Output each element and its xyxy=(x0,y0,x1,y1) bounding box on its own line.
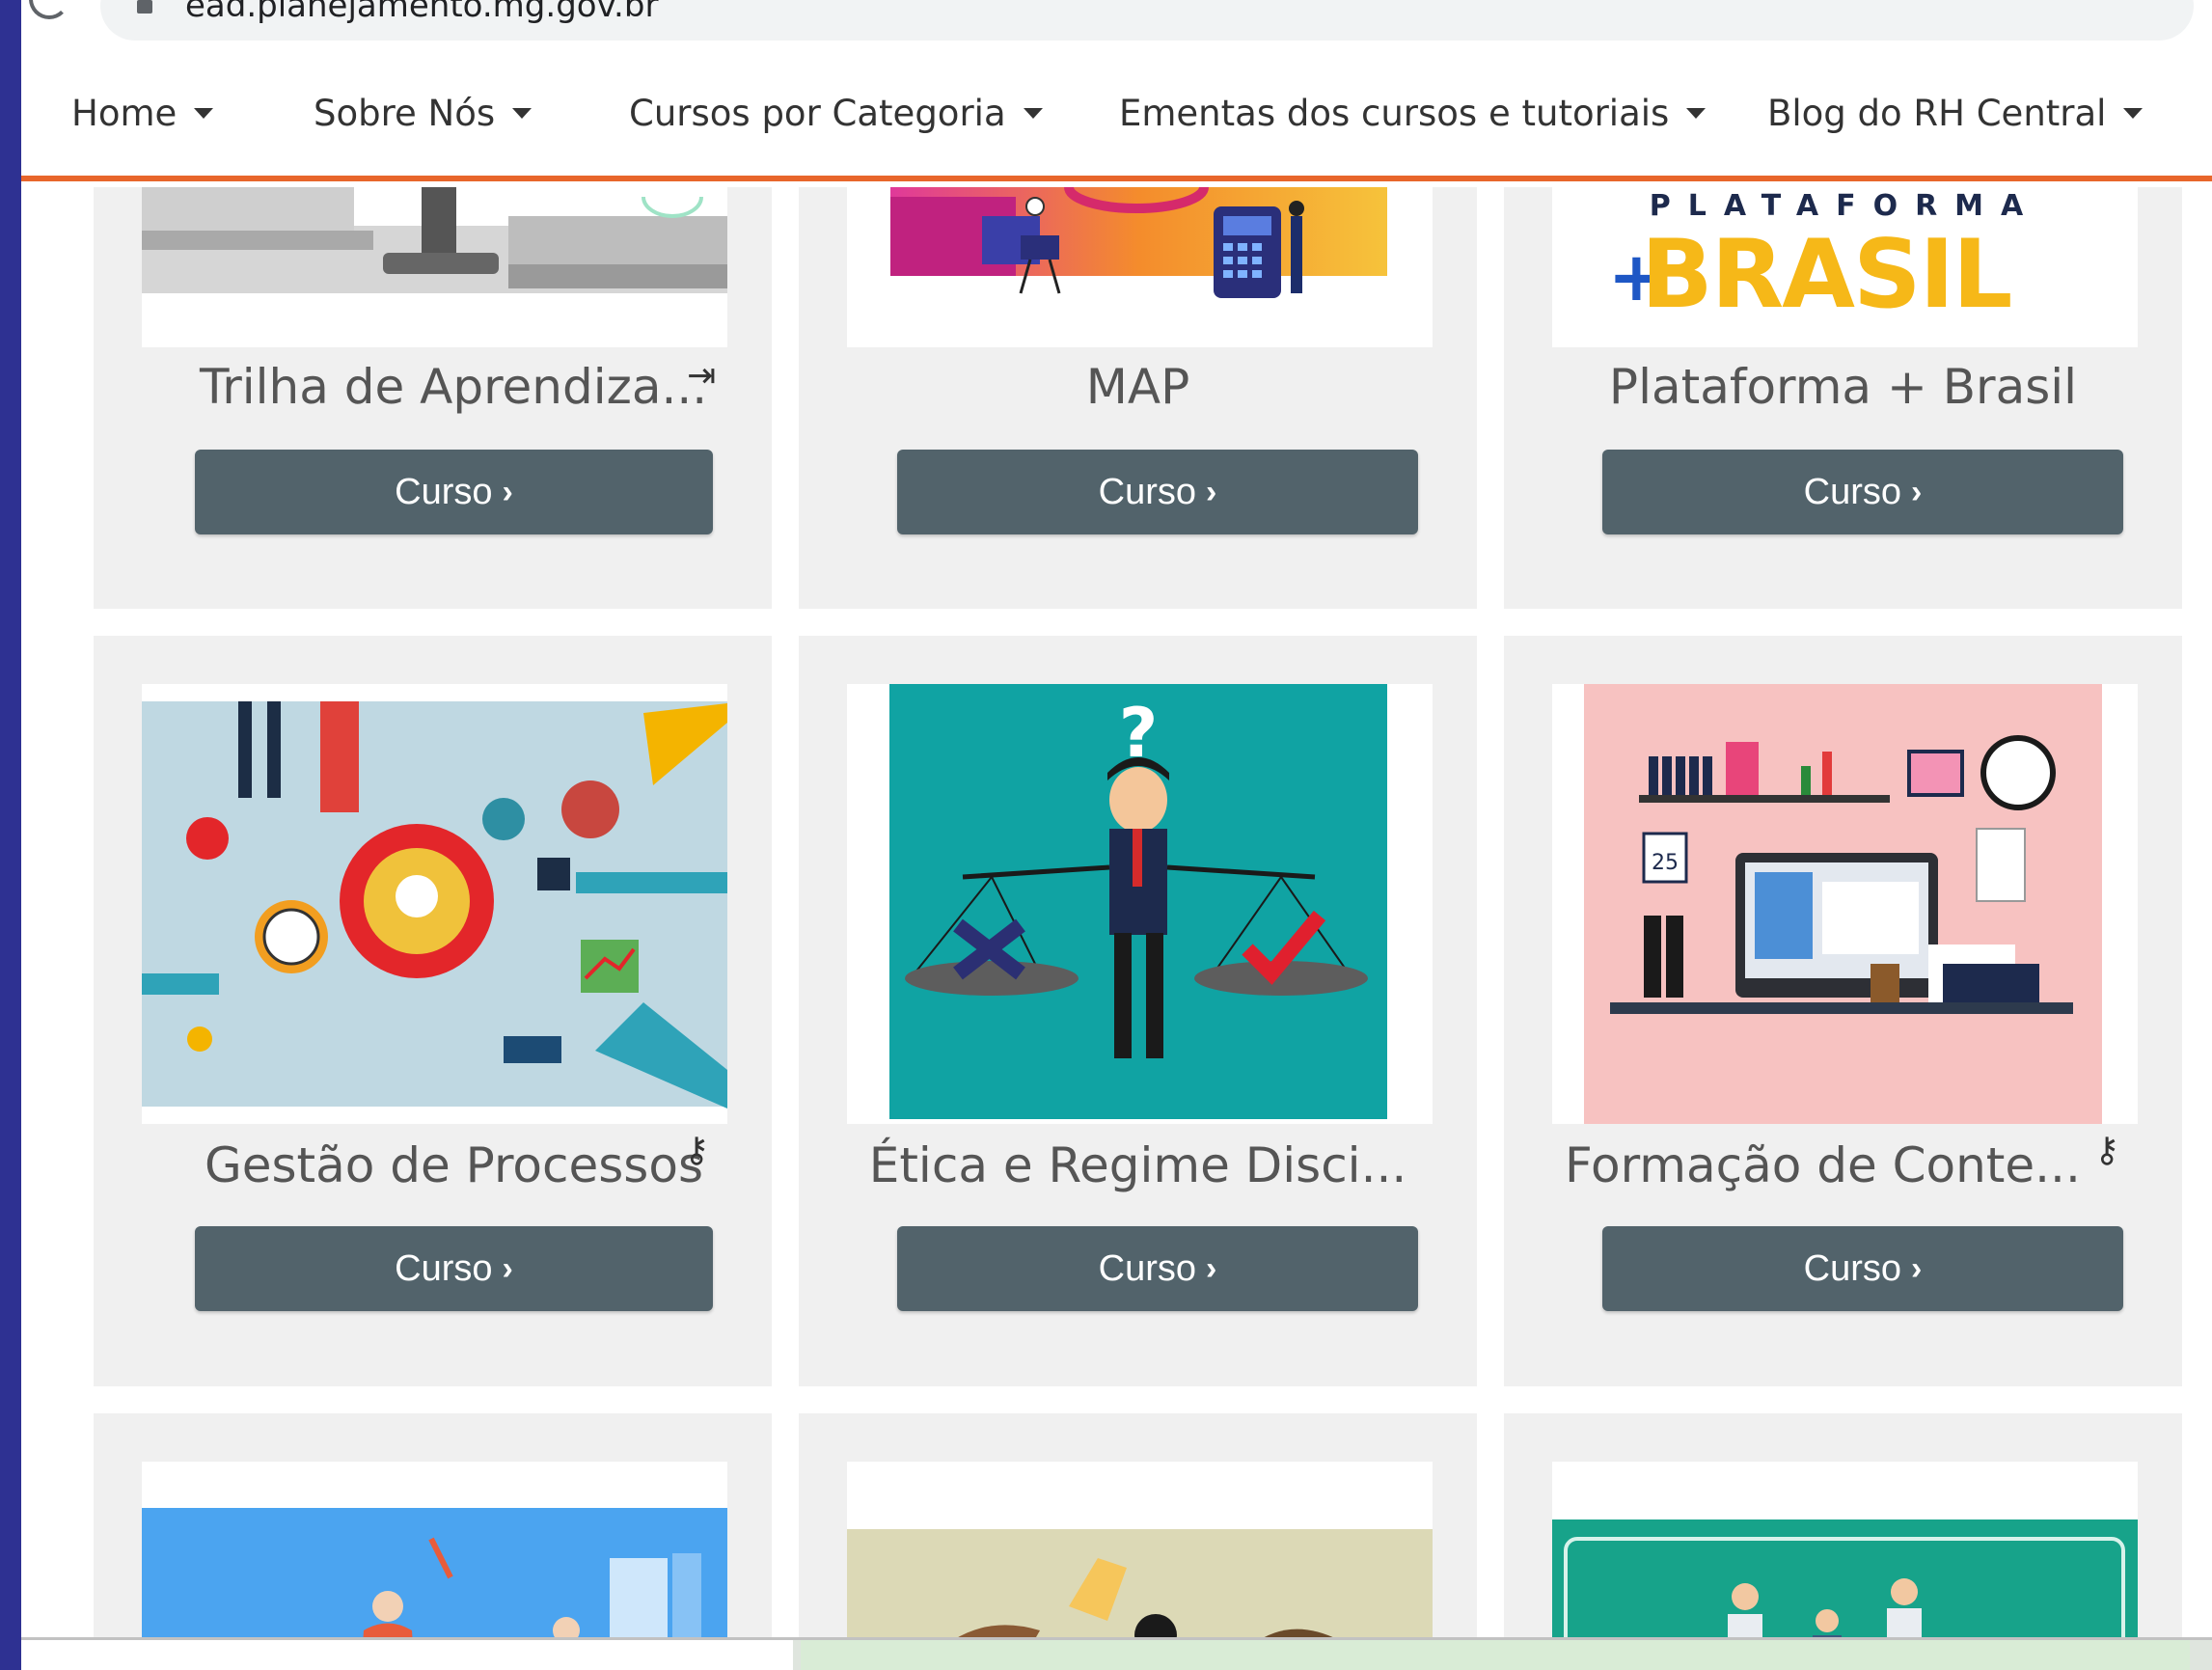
course-title[interactable]: MAP xyxy=(799,359,1477,415)
curso-button[interactable]: Curso › xyxy=(897,1226,1418,1311)
address-bar: ead.planejamento.mg.gov.br xyxy=(21,0,2212,53)
caret-down-icon xyxy=(194,108,214,119)
nav-item-label: Cursos por Categoria xyxy=(629,93,1006,134)
chevron-right-icon: › xyxy=(502,473,513,510)
course-title[interactable]: Plataforma + Brasil xyxy=(1504,359,2182,415)
course-card-etica: ? Ética e Regime Disci... Curso › xyxy=(799,636,1477,1386)
nav-item-blog-rh-central[interactable]: Blog do RH Central xyxy=(1767,93,2144,134)
gavel-books-illustration xyxy=(142,187,727,293)
nav-item-cursos-por-categoria[interactable]: Cursos por Categoria xyxy=(629,93,1043,134)
reload-icon[interactable] xyxy=(29,0,69,19)
caret-down-icon xyxy=(2123,108,2144,119)
course-card-formacao-conteudistas: 25 Formação de Conte... ⚷ Curso › xyxy=(1504,636,2182,1386)
course-image-formacao[interactable]: 25 xyxy=(1552,684,2138,1124)
office-desk-illustration: 25 xyxy=(1584,684,2102,1124)
office-illustration xyxy=(890,187,1387,298)
curso-button[interactable]: Curso › xyxy=(195,1226,713,1311)
course-card-gestao-processos: Gestão de Processos ⚷ Curso › xyxy=(94,636,772,1386)
lock-icon[interactable] xyxy=(137,0,152,14)
plataforma-logo-top: PLATAFORMA xyxy=(1649,189,2041,223)
course-image-gestao[interactable] xyxy=(142,684,727,1124)
button-label: Curso xyxy=(1098,471,1197,512)
caret-down-icon xyxy=(1686,108,1707,119)
sign-in-icon[interactable]: ⇥ xyxy=(687,356,716,396)
chevron-right-icon: › xyxy=(1911,473,1923,510)
nav-item-ementas[interactable]: Ementas dos cursos e tutoriais xyxy=(1119,93,1707,134)
curso-button[interactable]: Curso › xyxy=(1602,1226,2123,1311)
balance-businessman-illustration: ? xyxy=(889,684,1387,1119)
chevron-right-icon: › xyxy=(1206,1249,1217,1287)
nav-item-label: Sobre Nós xyxy=(314,93,496,134)
nav-item-label: Home xyxy=(71,93,178,134)
nav-item-home[interactable]: Home xyxy=(71,93,214,134)
course-image-trilha[interactable] xyxy=(142,187,727,347)
caret-down-icon xyxy=(512,108,533,119)
course-image-etica[interactable]: ? xyxy=(847,684,1433,1124)
bottom-overlay-bar xyxy=(21,1637,2212,1670)
button-label: Curso xyxy=(395,471,493,512)
curso-button[interactable]: Curso › xyxy=(897,450,1418,534)
course-image-plataforma[interactable]: PLATAFORMA + BRASIL xyxy=(1552,187,2138,347)
chevron-right-icon: › xyxy=(1206,473,1217,510)
button-label: Curso xyxy=(1098,1247,1197,1289)
nav-item-sobre-nos[interactable]: Sobre Nós xyxy=(314,93,533,134)
bottom-tab-left[interactable] xyxy=(21,1640,793,1670)
course-title[interactable]: Ética e Regime Disci... xyxy=(799,1137,1477,1193)
chevron-right-icon: › xyxy=(1911,1249,1923,1287)
course-card-trilha: Trilha de Aprendiza... ⇥ Curso › xyxy=(94,187,772,609)
nav-item-label: Blog do RH Central xyxy=(1767,93,2107,134)
plataforma-logo-main: BRASIL xyxy=(1641,220,2012,330)
button-label: Curso xyxy=(1803,1247,1902,1289)
button-label: Curso xyxy=(395,1247,493,1289)
nav-item-label: Ementas dos cursos e tutoriais xyxy=(1119,93,1670,134)
calendar-day-label: 25 xyxy=(1652,851,1679,875)
url-text[interactable]: ead.planejamento.mg.gov.br xyxy=(185,0,658,25)
button-label: Curso xyxy=(1803,471,1902,512)
bottom-tab-right[interactable] xyxy=(801,1640,2190,1670)
curso-button[interactable]: Curso › xyxy=(195,450,713,534)
course-title[interactable]: Gestão de Processos xyxy=(205,1137,703,1193)
course-card-row3-3 xyxy=(1504,1413,2182,1670)
key-icon[interactable]: ⚷ xyxy=(2094,1131,2119,1170)
caret-down-icon xyxy=(1023,108,1043,119)
course-title[interactable]: Formação de Conte... xyxy=(1565,1137,2081,1193)
chevron-right-icon: › xyxy=(502,1249,513,1287)
course-card-plataforma-brasil: PLATAFORMA + BRASIL Plataforma + Brasil … xyxy=(1504,187,2182,609)
course-image-map[interactable] xyxy=(847,187,1433,347)
course-title[interactable]: Trilha de Aprendiza... xyxy=(200,359,707,415)
gears-hands-illustration xyxy=(142,701,727,1109)
main-navbar: Home Sobre Nós Cursos por Categoria Emen… xyxy=(21,53,2212,181)
curso-button[interactable]: Curso › xyxy=(1602,450,2123,534)
key-icon[interactable]: ⚷ xyxy=(684,1131,709,1170)
browser-window: ead.planejamento.mg.gov.br Home Sobre Nó… xyxy=(21,0,2212,1670)
course-card-row3-1 xyxy=(94,1413,772,1670)
course-card-row3-2 xyxy=(799,1413,1477,1670)
course-card-map: MAP Curso › xyxy=(799,187,1477,609)
